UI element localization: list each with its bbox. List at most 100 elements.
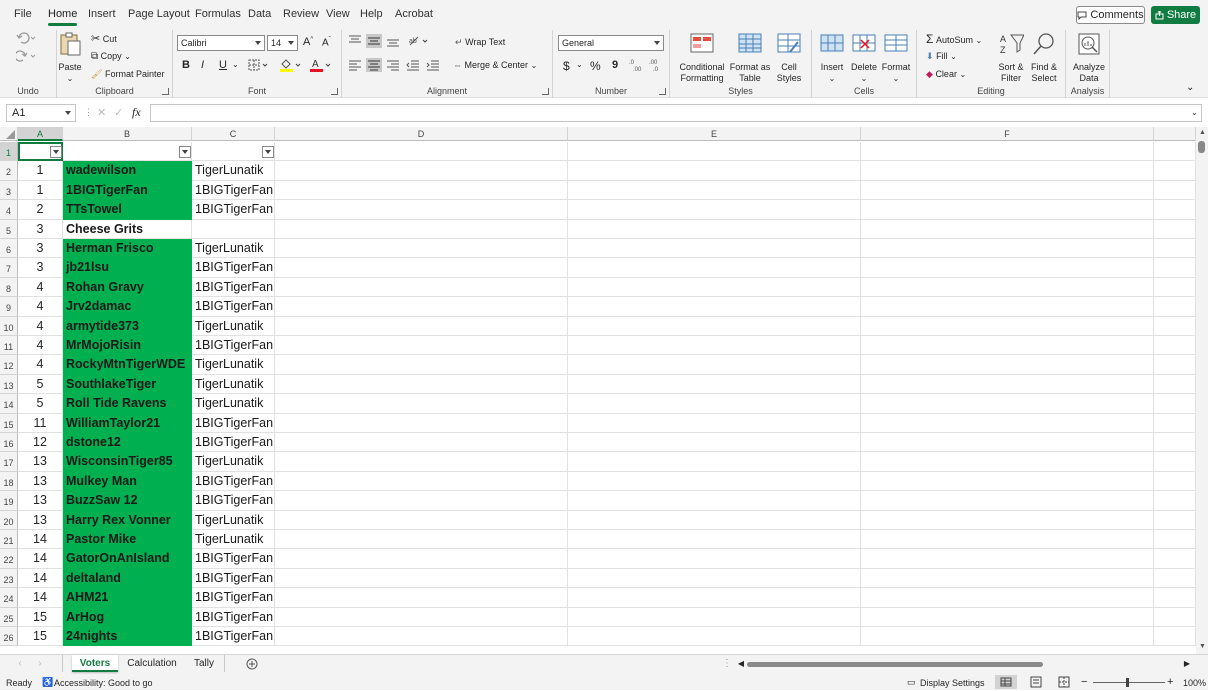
cell-f[interactable] xyxy=(861,627,1154,647)
cell-b[interactable]: Rohan Gravy xyxy=(63,277,192,298)
cell-b[interactable]: GatorOnAnIsland xyxy=(63,549,192,569)
column-header-c[interactable]: C xyxy=(192,127,275,141)
zoom-in-icon[interactable]: + xyxy=(1167,676,1173,688)
cell-d[interactable] xyxy=(275,277,568,298)
cell-a[interactable]: 11 xyxy=(18,413,63,433)
insert-function-icon[interactable]: fx xyxy=(132,105,141,120)
cell-b[interactable]: Harry Rex Vonner xyxy=(63,510,192,530)
cell-a[interactable]: 5 xyxy=(18,374,63,395)
underline-dropdown-icon[interactable]: ⌄ xyxy=(232,60,239,69)
column-header-d[interactable]: D xyxy=(275,127,568,141)
more-options-icon[interactable]: ⋮ xyxy=(84,107,93,118)
cell-d[interactable] xyxy=(275,336,568,356)
sheet-tab-tally[interactable]: Tally xyxy=(188,655,220,672)
cell-d[interactable] xyxy=(275,452,568,472)
tab-review[interactable]: Review xyxy=(283,8,319,20)
cell-b[interactable]: deltaland xyxy=(63,568,192,589)
cell-a[interactable]: 3 xyxy=(18,239,63,259)
cell-e[interactable] xyxy=(568,413,861,433)
cell-b[interactable]: SouthlakeTiger xyxy=(63,374,192,395)
cell-d[interactable] xyxy=(275,297,568,317)
cell-e[interactable] xyxy=(568,627,861,647)
vertical-scrollbar[interactable]: ▲ ▼ xyxy=(1196,127,1208,654)
cell-a[interactable]: 1 xyxy=(18,180,63,201)
cell-e[interactable] xyxy=(568,219,861,239)
cell-d[interactable] xyxy=(275,510,568,530)
cell-g[interactable] xyxy=(1154,277,1196,298)
redo-icon[interactable] xyxy=(16,50,36,62)
cell-c[interactable]: TigerLunatik xyxy=(192,452,275,472)
cell-f[interactable] xyxy=(861,433,1154,453)
conditional-formatting-button[interactable]: Conditional Formatting xyxy=(675,32,729,84)
zoom-level[interactable]: 100% xyxy=(1183,678,1206,688)
cell-d[interactable] xyxy=(275,433,568,453)
bold-button[interactable]: B xyxy=(182,59,190,71)
cell-a[interactable]: 14 xyxy=(18,530,63,550)
tab-insert[interactable]: Insert xyxy=(88,8,116,20)
row-header[interactable]: 7 xyxy=(0,258,18,278)
scroll-up-icon[interactable]: ▲ xyxy=(1199,129,1206,136)
row-header[interactable]: 22 xyxy=(0,549,18,569)
cell-a[interactable]: 5 xyxy=(18,394,63,414)
cell-c[interactable]: 1BIGTigerFan xyxy=(192,258,275,278)
cell-c[interactable]: TigerLunatik xyxy=(192,316,275,336)
number-format-combo[interactable]: General xyxy=(558,35,664,51)
row-header[interactable]: 2 xyxy=(0,161,18,181)
row-header[interactable]: 17 xyxy=(0,452,18,472)
cell-e[interactable] xyxy=(568,588,861,608)
filter-dropdown-icon[interactable] xyxy=(179,146,191,158)
cell-f[interactable] xyxy=(861,180,1154,201)
undo-icon[interactable] xyxy=(16,32,36,44)
scroll-down-icon[interactable]: ▼ xyxy=(1199,643,1206,650)
cell-c[interactable]: 1BIGTigerFan xyxy=(192,607,275,627)
tab-formulas[interactable]: Formulas xyxy=(195,8,241,20)
cell-g[interactable] xyxy=(1154,568,1196,589)
cell-b[interactable]: TTsTowel xyxy=(63,200,192,220)
cell-f[interactable] xyxy=(861,413,1154,433)
merge-center-button[interactable]: ⇔ Merge & Center ⌄ xyxy=(453,60,537,70)
decrease-decimal-icon[interactable]: .00.0 xyxy=(649,58,663,72)
cell-a[interactable]: 3 xyxy=(18,219,63,239)
italic-button[interactable]: I xyxy=(201,59,204,71)
cell-c[interactable] xyxy=(192,219,275,239)
cell-g[interactable] xyxy=(1154,219,1196,239)
cell-e[interactable] xyxy=(568,336,861,356)
scroll-right-icon[interactable]: ▶ xyxy=(1182,655,1192,672)
cell-f[interactable] xyxy=(861,336,1154,356)
zoom-slider[interactable] xyxy=(1093,682,1165,683)
cell-f[interactable] xyxy=(861,471,1154,492)
cell-e[interactable] xyxy=(568,433,861,453)
cell-d[interactable] xyxy=(275,355,568,375)
cell-a[interactable]: 4 xyxy=(18,277,63,298)
cell-f[interactable] xyxy=(861,355,1154,375)
cell-a[interactable]: 4 xyxy=(18,316,63,336)
cell-g[interactable] xyxy=(1154,200,1196,220)
cell-f[interactable] xyxy=(861,239,1154,259)
row-header[interactable]: 14 xyxy=(0,394,18,414)
cell-f[interactable] xyxy=(861,568,1154,589)
cell-c[interactable]: TigerLunatik xyxy=(192,161,275,181)
accessibility-status[interactable]: Accessibility: Good to go xyxy=(54,678,153,688)
select-all-corner[interactable] xyxy=(0,127,18,141)
worksheet-grid[interactable]: A B C D E F 1 2 1 wadewilson TigerLunatik 3 1 1… xyxy=(0,127,1196,654)
cell-d[interactable] xyxy=(275,374,568,395)
increase-font-icon[interactable]: A^ xyxy=(303,36,313,48)
cell-e[interactable] xyxy=(568,200,861,220)
comma-button[interactable]: 9 xyxy=(612,59,618,71)
confirm-entry-icon[interactable]: ✓ xyxy=(114,106,123,119)
row-header[interactable]: 1 xyxy=(0,142,18,162)
cell-f[interactable] xyxy=(861,297,1154,317)
cell-a[interactable]: 14 xyxy=(18,588,63,608)
cell-e[interactable] xyxy=(568,355,861,375)
row-header[interactable]: 13 xyxy=(0,374,18,395)
row-header[interactable]: 23 xyxy=(0,568,18,589)
filter-dropdown-icon[interactable] xyxy=(50,146,62,158)
orientation-icon[interactable]: ab xyxy=(408,35,430,47)
cell-g[interactable] xyxy=(1154,142,1196,162)
alignment-launcher-icon[interactable] xyxy=(542,88,549,95)
add-sheet-icon[interactable] xyxy=(244,655,260,672)
row-header[interactable]: 6 xyxy=(0,239,18,259)
cell-b[interactable]: dstone12 xyxy=(63,433,192,453)
next-sheet-icon[interactable]: › xyxy=(34,655,46,672)
column-header-f[interactable]: F xyxy=(861,127,1154,141)
